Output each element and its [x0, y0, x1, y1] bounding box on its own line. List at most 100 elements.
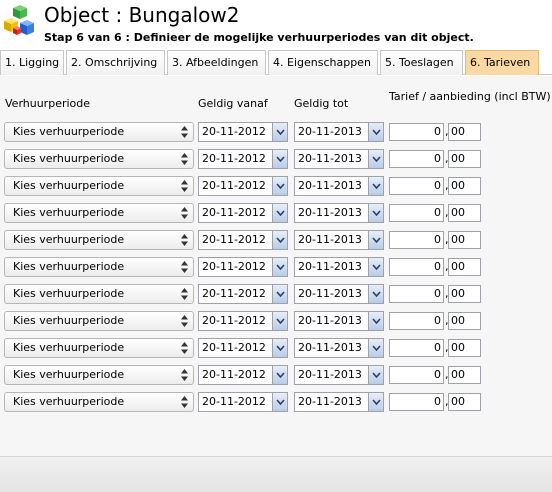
- tab-omschrijving[interactable]: 2. Omschrijving: [66, 50, 165, 75]
- period-select[interactable]: Kies verhuurperiode: [4, 149, 194, 169]
- valid-to-select[interactable]: 20-11-2013: [294, 338, 384, 358]
- dropdown-button[interactable]: [368, 150, 383, 168]
- price-cents-input[interactable]: 00: [448, 177, 481, 195]
- valid-to-select[interactable]: 20-11-2013: [294, 311, 384, 331]
- valid-to-select[interactable]: 20-11-2013: [294, 392, 384, 412]
- dropdown-button[interactable]: [272, 150, 287, 168]
- tab-bar: 1. Ligging 2. Omschrijving 3. Afbeelding…: [0, 50, 552, 75]
- dropdown-button[interactable]: [368, 123, 383, 141]
- period-select[interactable]: Kies verhuurperiode: [4, 365, 194, 385]
- dropdown-button[interactable]: [368, 393, 383, 411]
- price-cents-input[interactable]: 00: [448, 231, 481, 249]
- price-euros-input[interactable]: 0: [389, 393, 444, 411]
- dropdown-button[interactable]: [272, 339, 287, 357]
- dropdown-button[interactable]: [368, 339, 383, 357]
- valid-from-select[interactable]: 20-11-2012: [198, 176, 288, 196]
- valid-to-select[interactable]: 20-11-2013: [294, 176, 384, 196]
- price-euros-input[interactable]: 0: [389, 204, 444, 222]
- chevron-down-icon: [276, 237, 285, 243]
- period-select[interactable]: Kies verhuurperiode: [4, 230, 194, 250]
- valid-to-select[interactable]: 20-11-2013: [294, 257, 384, 277]
- price-cents-input[interactable]: 00: [448, 123, 481, 141]
- footer-bar: [0, 456, 552, 492]
- valid-from-select[interactable]: 20-11-2012: [198, 257, 288, 277]
- price-cents-input[interactable]: 00: [448, 285, 481, 303]
- valid-to-select[interactable]: 20-11-2013: [294, 284, 384, 304]
- tab-afbeeldingen[interactable]: 3. Afbeeldingen: [167, 50, 266, 75]
- chevron-down-icon: [276, 129, 285, 135]
- valid-to-select[interactable]: 20-11-2013: [294, 122, 384, 142]
- dropdown-button[interactable]: [272, 285, 287, 303]
- period-select[interactable]: Kies verhuurperiode: [4, 176, 194, 196]
- dropdown-button[interactable]: [368, 204, 383, 222]
- price-euros-input[interactable]: 0: [389, 150, 444, 168]
- dropdown-button[interactable]: [272, 366, 287, 384]
- valid-from-select[interactable]: 20-11-2012: [198, 122, 288, 142]
- dropdown-button[interactable]: [368, 285, 383, 303]
- valid-to-value: 20-11-2013: [298, 260, 362, 273]
- price-cents-input[interactable]: 00: [448, 339, 481, 357]
- dropdown-button[interactable]: [272, 177, 287, 195]
- price-euros-input[interactable]: 0: [389, 123, 444, 141]
- select-arrows-icon: [181, 126, 188, 138]
- dropdown-button[interactable]: [368, 366, 383, 384]
- dropdown-button[interactable]: [272, 231, 287, 249]
- valid-to-value: 20-11-2013: [298, 179, 362, 192]
- chevron-down-icon: [276, 291, 285, 297]
- tab-toeslagen[interactable]: 5. Toeslagen: [380, 50, 463, 75]
- price-euros-input[interactable]: 0: [389, 285, 444, 303]
- valid-from-select[interactable]: 20-11-2012: [198, 230, 288, 250]
- valid-from-select[interactable]: 20-11-2012: [198, 149, 288, 169]
- dropdown-button[interactable]: [368, 258, 383, 276]
- valid-from-select[interactable]: 20-11-2012: [198, 203, 288, 223]
- valid-to-select[interactable]: 20-11-2013: [294, 149, 384, 169]
- period-select[interactable]: Kies verhuurperiode: [4, 257, 194, 277]
- period-select[interactable]: Kies verhuurperiode: [4, 392, 194, 412]
- valid-from-select[interactable]: 20-11-2012: [198, 365, 288, 385]
- dropdown-button[interactable]: [368, 177, 383, 195]
- price-euros-input[interactable]: 0: [389, 312, 444, 330]
- price-cents-input[interactable]: 00: [448, 258, 481, 276]
- dropdown-button[interactable]: [272, 312, 287, 330]
- price-cents-input[interactable]: 00: [448, 393, 481, 411]
- column-header-period: Verhuurperiode: [5, 97, 91, 110]
- valid-from-select[interactable]: 20-11-2012: [198, 338, 288, 358]
- price-cents-input[interactable]: 00: [448, 312, 481, 330]
- price-cents-input[interactable]: 00: [448, 366, 481, 384]
- tab-tarieven[interactable]: 6. Tarieven: [465, 50, 539, 75]
- price-cents-input[interactable]: 00: [448, 150, 481, 168]
- rate-row: Kies verhuurperiode 20-11-2012 20-11-2013 0…: [0, 121, 552, 143]
- chevron-down-icon: [372, 372, 381, 378]
- period-select[interactable]: Kies verhuurperiode: [4, 122, 194, 142]
- price-euros-input[interactable]: 0: [389, 258, 444, 276]
- valid-to-select[interactable]: 20-11-2013: [294, 365, 384, 385]
- tab-ligging[interactable]: 1. Ligging: [0, 50, 64, 75]
- select-arrows-icon: [181, 396, 188, 408]
- period-select[interactable]: Kies verhuurperiode: [4, 311, 194, 331]
- valid-from-select[interactable]: 20-11-2012: [198, 284, 288, 304]
- dropdown-button[interactable]: [368, 312, 383, 330]
- dropdown-button[interactable]: [368, 231, 383, 249]
- price-euros-input[interactable]: 0: [389, 366, 444, 384]
- period-select[interactable]: Kies verhuurperiode: [4, 203, 194, 223]
- valid-from-value: 20-11-2012: [202, 125, 266, 138]
- tab-eigenschappen[interactable]: 4. Eigenschappen: [268, 50, 378, 75]
- column-header-from: Geldig vanaf: [198, 97, 268, 110]
- period-select-value: Kies verhuurperiode: [13, 233, 125, 246]
- dropdown-button[interactable]: [272, 123, 287, 141]
- valid-from-select[interactable]: 20-11-2012: [198, 311, 288, 331]
- dropdown-button[interactable]: [272, 393, 287, 411]
- valid-from-select[interactable]: 20-11-2012: [198, 392, 288, 412]
- price-euros-input[interactable]: 0: [389, 339, 444, 357]
- period-select[interactable]: Kies verhuurperiode: [4, 338, 194, 358]
- valid-to-select[interactable]: 20-11-2013: [294, 203, 384, 223]
- dropdown-button[interactable]: [272, 258, 287, 276]
- price-cents-input[interactable]: 00: [448, 204, 481, 222]
- dropdown-button[interactable]: [272, 204, 287, 222]
- chevron-down-icon: [276, 210, 285, 216]
- period-select[interactable]: Kies verhuurperiode: [4, 284, 194, 304]
- rate-row: Kies verhuurperiode 20-11-2012 20-11-2013 0…: [0, 391, 552, 413]
- valid-to-select[interactable]: 20-11-2013: [294, 230, 384, 250]
- price-euros-input[interactable]: 0: [389, 231, 444, 249]
- price-euros-input[interactable]: 0: [389, 177, 444, 195]
